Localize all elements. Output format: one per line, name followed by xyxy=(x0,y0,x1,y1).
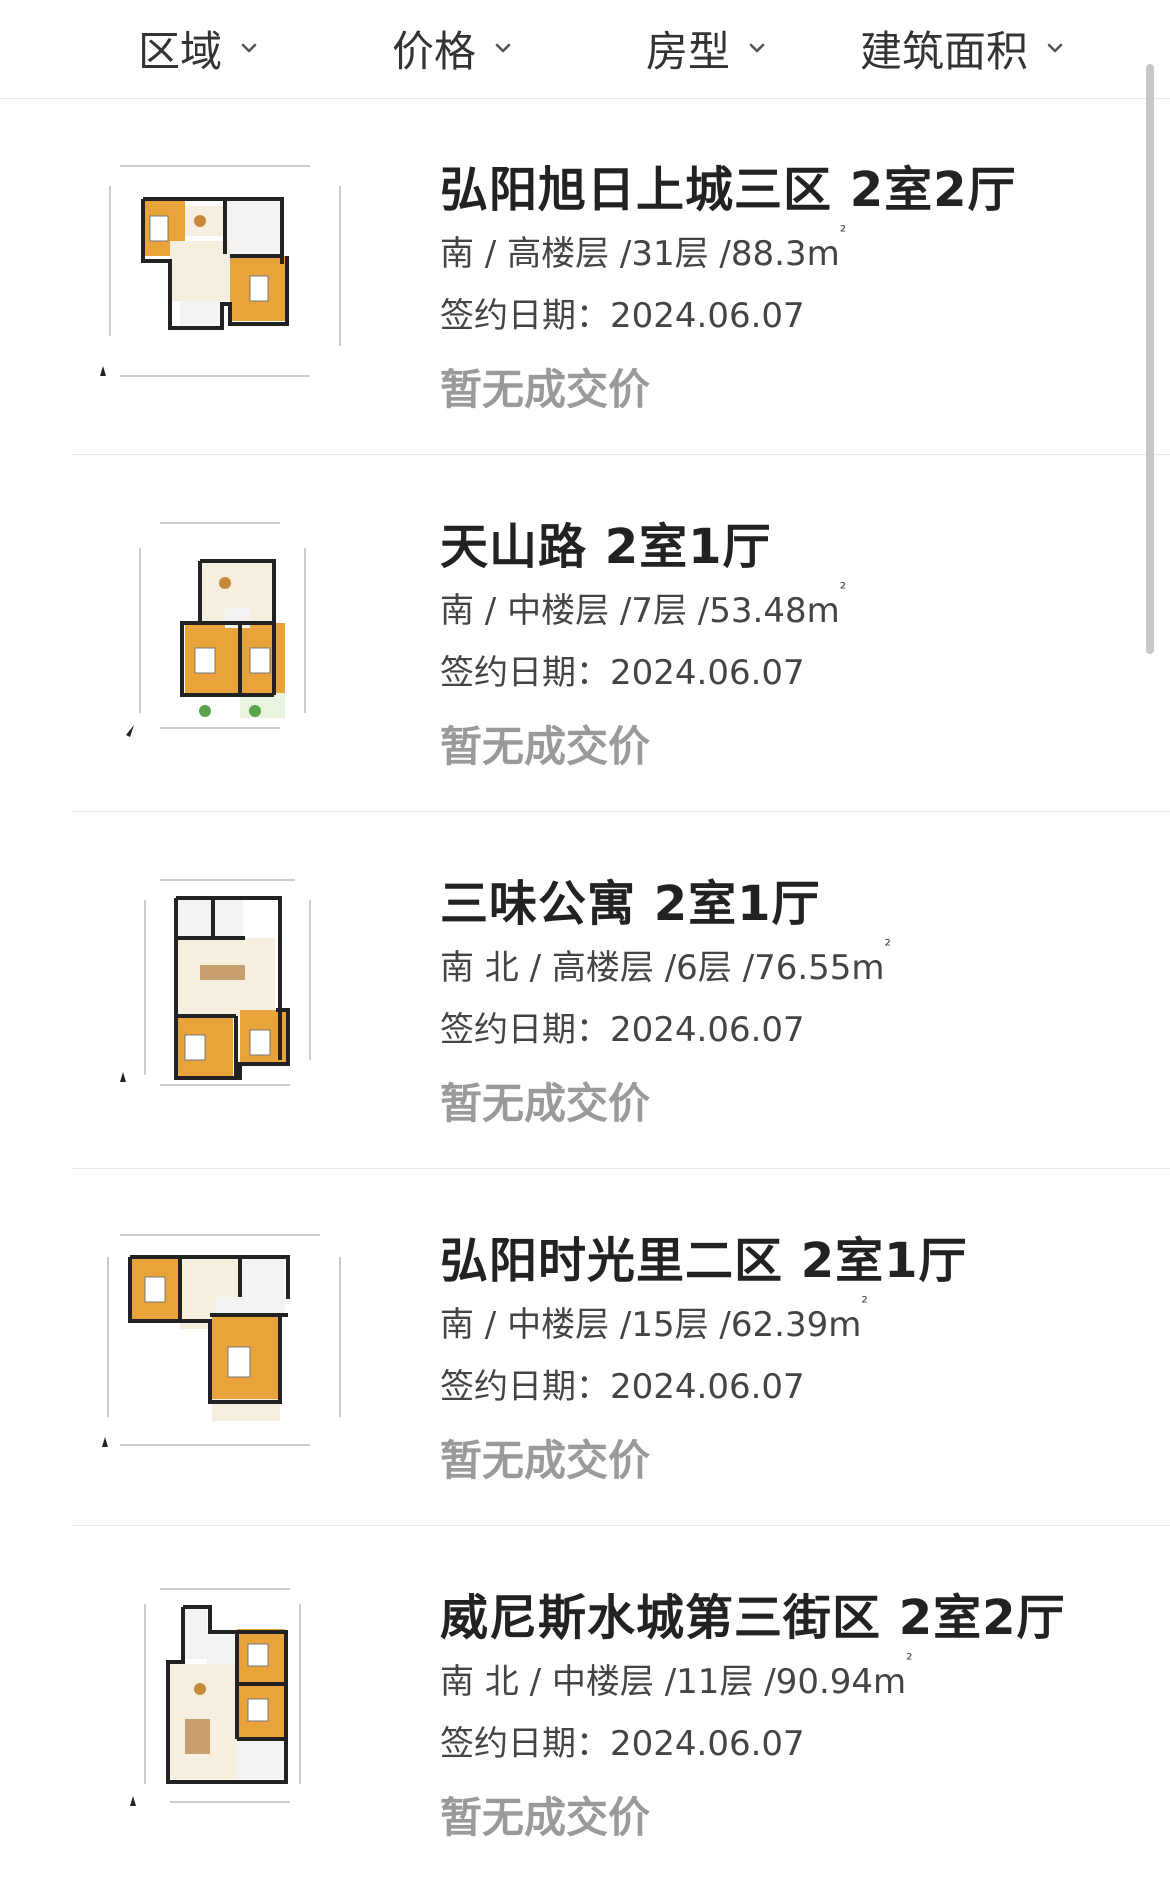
listing-meta: 南 / 中楼层 /7层 /53.48m² xyxy=(440,579,847,631)
filter-area[interactable]: 建筑面积 xyxy=(860,20,1066,76)
filter-price[interactable]: 价格 xyxy=(392,20,514,76)
area-unit-sup: ² xyxy=(839,579,847,598)
listing-area: 62.39m xyxy=(730,1305,862,1345)
listing-date: 签约日期：2024.06.07 xyxy=(440,1359,805,1408)
listing-title[interactable]: 天山路 2室1厅 xyxy=(440,507,772,577)
listing-date: 签约日期：2024.06.07 xyxy=(440,1002,805,1051)
floorplan-image xyxy=(90,146,360,396)
listing-floor: 中楼层 xyxy=(551,1662,654,1702)
listing-item[interactable]: 三味公寓 2室1厅 南 北 / 高楼层 /6层 /76.55m² 签约日期：20… xyxy=(0,812,1170,1169)
listing-price: 暂无成交价 xyxy=(440,1793,651,1842)
floorplan-image xyxy=(90,1574,360,1824)
listing-floor: 中楼层 xyxy=(507,1305,610,1345)
listing-date: 签约日期：2024.06.07 xyxy=(440,288,805,337)
listing-area: 53.48m xyxy=(709,591,840,631)
floorplan-image xyxy=(90,860,360,1110)
date-label: 签约日期： xyxy=(440,653,610,693)
listing-date: 签约日期：2024.06.07 xyxy=(440,645,805,694)
listing-title[interactable]: 威尼斯水城第三街区 2室2厅 xyxy=(440,1578,1066,1648)
listing-total-floors: 6层 xyxy=(676,948,732,988)
filter-bar: 区域 价格 房型 建筑面积 xyxy=(0,0,1170,99)
listing-item[interactable]: 弘阳旭日上城三区 2室2厅 南 / 高楼层 /31层 /88.3m² 签约日期：… xyxy=(0,98,1170,455)
area-unit-sup: ² xyxy=(884,936,891,955)
date-value: 2024.06.07 xyxy=(610,1724,805,1764)
listing-floor: 中楼层 xyxy=(507,591,610,631)
listing-area: 90.94m xyxy=(775,1662,907,1702)
listing-orientation: 南 北 xyxy=(440,948,519,988)
listing-price: 暂无成交价 xyxy=(440,1436,651,1485)
filter-price-label: 价格 xyxy=(392,26,477,76)
listing-meta: 南 / 高楼层 /31层 /88.3m² xyxy=(440,222,847,274)
listing-orientation: 南 xyxy=(440,1305,474,1345)
date-value: 2024.06.07 xyxy=(610,1367,805,1407)
date-label: 签约日期： xyxy=(440,1367,610,1407)
listing-meta: 南 北 / 中楼层 /11层 /90.94m² xyxy=(440,1650,913,1702)
listing-price: 暂无成交价 xyxy=(440,365,651,414)
chevron-down-icon xyxy=(746,37,768,59)
listing-item[interactable]: 威尼斯水城第三街区 2室2厅 南 北 / 中楼层 /11层 /90.94m² 签… xyxy=(0,1526,1170,1883)
listing-title[interactable]: 弘阳旭日上城三区 2室2厅 xyxy=(440,150,1017,220)
listing-price: 暂无成交价 xyxy=(440,1079,651,1128)
listing-orientation: 南 北 xyxy=(440,1662,519,1702)
date-label: 签约日期： xyxy=(440,1724,610,1764)
listing-title[interactable]: 弘阳时光里二区 2室1厅 xyxy=(440,1221,968,1291)
listing-list: 弘阳旭日上城三区 2室2厅 南 / 高楼层 /31层 /88.3m² 签约日期：… xyxy=(0,98,1170,1883)
listing-total-floors: 31层 xyxy=(631,234,709,274)
filter-region[interactable]: 区域 xyxy=(138,20,260,76)
date-value: 2024.06.07 xyxy=(610,1010,805,1050)
floorplan-image xyxy=(90,1217,360,1467)
listing-total-floors: 11层 xyxy=(676,1662,754,1702)
chevron-down-icon xyxy=(492,37,514,59)
listing-orientation: 南 xyxy=(440,591,474,631)
chevron-down-icon xyxy=(238,37,260,59)
listing-meta: 南 / 中楼层 /15层 /62.39m² xyxy=(440,1293,868,1345)
date-value: 2024.06.07 xyxy=(610,653,805,693)
filter-layout[interactable]: 房型 xyxy=(646,20,768,76)
filter-region-label: 区域 xyxy=(138,26,223,76)
listing-area: 76.55m xyxy=(754,948,885,988)
listing-item[interactable]: 天山路 2室1厅 南 / 中楼层 /7层 /53.48m² 签约日期：2024.… xyxy=(0,455,1170,812)
filter-layout-label: 房型 xyxy=(646,26,731,76)
date-label: 签约日期： xyxy=(440,1010,610,1050)
listing-area: 88.3m xyxy=(730,234,840,274)
date-value: 2024.06.07 xyxy=(610,296,805,336)
listing-floor: 高楼层 xyxy=(551,948,654,988)
floorplan-image xyxy=(90,503,360,753)
listing-total-floors: 7层 xyxy=(631,591,687,631)
listing-orientation: 南 xyxy=(440,234,474,274)
listing-item[interactable]: 弘阳时光里二区 2室1厅 南 / 中楼层 /15层 /62.39m² 签约日期：… xyxy=(0,1169,1170,1526)
listing-price: 暂无成交价 xyxy=(440,722,651,771)
area-unit-sup: ² xyxy=(906,1650,913,1669)
listing-floor: 高楼层 xyxy=(507,234,610,274)
filter-area-label: 建筑面积 xyxy=(860,26,1029,76)
listing-title[interactable]: 三味公寓 2室1厅 xyxy=(440,864,821,934)
listing-date: 签约日期：2024.06.07 xyxy=(440,1716,805,1765)
listing-meta: 南 北 / 高楼层 /6层 /76.55m² xyxy=(440,936,891,988)
area-unit-sup: ² xyxy=(839,222,847,241)
scrollbar[interactable] xyxy=(1146,64,1154,654)
date-label: 签约日期： xyxy=(440,296,610,336)
listing-total-floors: 15层 xyxy=(631,1305,709,1345)
area-unit-sup: ² xyxy=(861,1293,868,1312)
chevron-down-icon xyxy=(1044,37,1066,59)
